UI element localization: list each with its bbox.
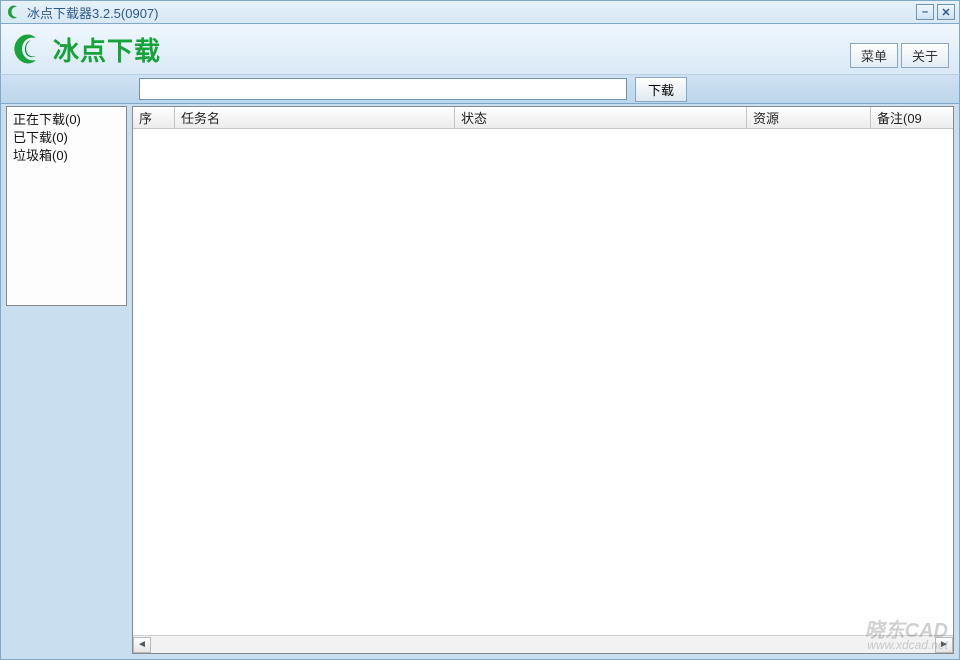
content: 序 任务名 状态 资源 备注(09 ◄ ► bbox=[132, 106, 954, 654]
header-buttons: 菜单 关于 bbox=[850, 43, 949, 68]
column-header-note[interactable]: 备注(09 bbox=[871, 107, 953, 128]
scroll-right-button[interactable]: ► bbox=[935, 637, 953, 653]
download-button[interactable]: 下载 bbox=[635, 77, 687, 102]
sidebar-item-trash[interactable]: 垃圾箱(0) bbox=[13, 147, 120, 165]
column-header-status[interactable]: 状态 bbox=[455, 107, 747, 128]
chevron-right-icon: ► bbox=[939, 639, 949, 650]
chevron-left-icon: ◄ bbox=[137, 639, 147, 650]
menu-button[interactable]: 菜单 bbox=[850, 43, 898, 68]
brand-logo-icon bbox=[11, 32, 45, 66]
window-controls: – ✕ bbox=[916, 4, 955, 20]
column-headers: 序 任务名 状态 资源 备注(09 bbox=[133, 107, 953, 129]
titlebar: 冰点下载器3.2.5(0907) – ✕ bbox=[0, 0, 960, 24]
close-icon: ✕ bbox=[941, 6, 950, 19]
window-title: 冰点下载器3.2.5(0907) bbox=[23, 3, 916, 22]
minimize-icon: – bbox=[922, 6, 928, 18]
sidebar-item-label: 垃圾箱(0) bbox=[13, 148, 68, 163]
sidebar-item-label: 正在下载(0) bbox=[13, 112, 81, 127]
scroll-left-button[interactable]: ◄ bbox=[133, 637, 151, 653]
app-header: 冰点下载 菜单 关于 bbox=[0, 24, 960, 74]
minimize-button[interactable]: – bbox=[916, 4, 934, 20]
close-button[interactable]: ✕ bbox=[937, 4, 955, 20]
sidebar-item-downloaded[interactable]: 已下载(0) bbox=[13, 129, 120, 147]
column-header-task[interactable]: 任务名 bbox=[175, 107, 455, 128]
sidebar-item-label: 已下载(0) bbox=[13, 130, 68, 145]
sidebar: 正在下载(0) 已下载(0) 垃圾箱(0) bbox=[6, 106, 127, 306]
column-header-seq[interactable]: 序 bbox=[133, 107, 175, 128]
sidebar-item-downloading[interactable]: 正在下载(0) bbox=[13, 111, 120, 129]
app-icon bbox=[5, 3, 23, 21]
url-input[interactable] bbox=[139, 78, 627, 100]
about-button[interactable]: 关于 bbox=[901, 43, 949, 68]
main-area: 正在下载(0) 已下载(0) 垃圾箱(0) 序 任务名 状态 资源 备注(09 … bbox=[0, 104, 960, 660]
toolbar: 下载 bbox=[0, 74, 960, 104]
brand-text: 冰点下载 bbox=[53, 31, 161, 68]
task-list: 序 任务名 状态 资源 备注(09 ◄ ► bbox=[132, 106, 954, 654]
brand: 冰点下载 bbox=[11, 31, 161, 68]
task-list-body[interactable] bbox=[133, 129, 953, 635]
column-header-resource[interactable]: 资源 bbox=[747, 107, 871, 128]
horizontal-scrollbar[interactable]: ◄ ► bbox=[133, 635, 953, 653]
